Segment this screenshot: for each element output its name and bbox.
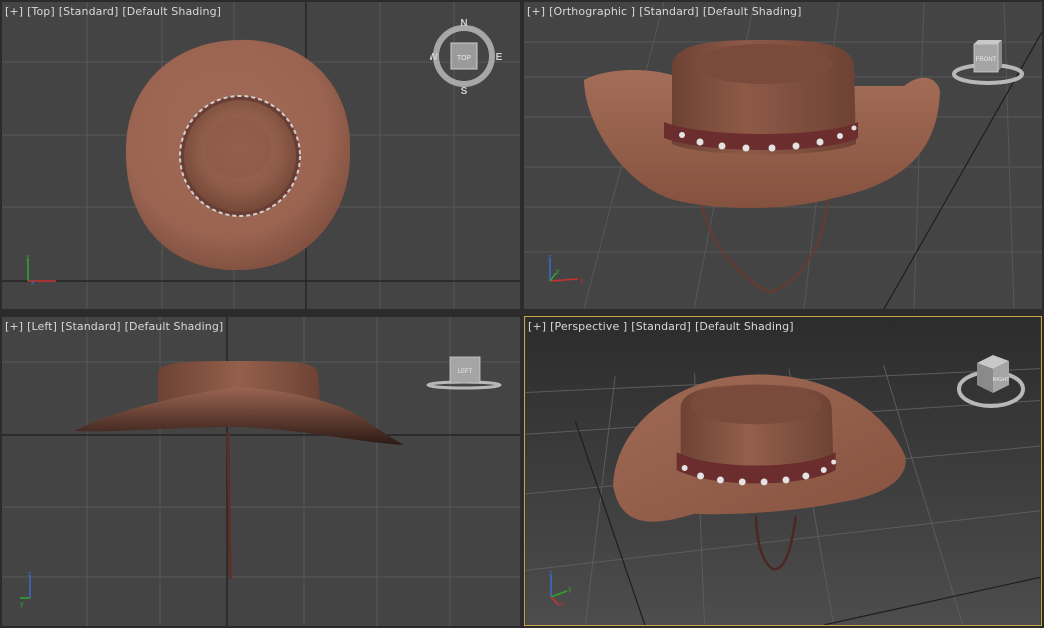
- viewcube-face-label: FRONT: [976, 57, 997, 63]
- viewport-menu-button[interactable]: [+]: [527, 5, 545, 18]
- axis-tripod: z y x: [548, 254, 584, 285]
- viewcube[interactable]: LEFT: [424, 353, 504, 393]
- hat-chin-strap[interactable]: [226, 432, 232, 580]
- style-label[interactable]: [Standard]: [631, 320, 691, 333]
- view-label[interactable]: [Left]: [27, 320, 57, 333]
- viewport-orthographic[interactable]: [+] [Orthographic ] [Standard] [Default …: [524, 2, 1042, 309]
- compass-north: N: [460, 18, 467, 29]
- axis-z-label: z: [28, 571, 32, 578]
- compass-west: W: [430, 52, 438, 63]
- viewport-perspective[interactable]: [+] [Perspective ] [Standard] [Default S…: [524, 316, 1042, 626]
- style-label[interactable]: [Standard]: [59, 5, 119, 18]
- shading-label[interactable]: [Default Shading]: [695, 320, 794, 333]
- viewcube[interactable]: RIGHT: [953, 347, 1029, 417]
- axis-z-label: z: [548, 254, 552, 261]
- hat-chin-strap[interactable]: [701, 197, 829, 294]
- viewcube[interactable]: FRONT: [948, 36, 1026, 94]
- view-label[interactable]: [Orthographic ]: [549, 5, 635, 18]
- axis-y-label: y: [20, 601, 24, 608]
- viewport-label: [+] [Left] [Standard] [Default Shading]: [5, 320, 223, 333]
- viewport-menu-button[interactable]: [+]: [528, 320, 546, 333]
- style-label[interactable]: [Standard]: [639, 5, 699, 18]
- viewcube-face-label: RIGHT: [992, 377, 1010, 383]
- viewcube-face-label: LEFT: [458, 369, 473, 375]
- viewcube-compass[interactable]: TOP N S E W: [430, 16, 502, 96]
- axis-x-label: x: [580, 278, 584, 285]
- axis-y-label: y: [556, 268, 560, 275]
- viewport-label: [+] [Top] [Standard] [Default Shading]: [5, 5, 221, 18]
- axis-y-label: y: [568, 586, 572, 593]
- axis-x-label: x: [31, 280, 35, 287]
- axis-z-label: z: [549, 570, 553, 577]
- axis-y-label: y: [26, 254, 30, 261]
- viewport-label: [+] [Perspective ] [Standard] [Default S…: [528, 320, 794, 333]
- viewport-top[interactable]: [+] [Top] [Standard] [Default Shading] T…: [2, 2, 520, 309]
- viewport-label: [+] [Orthographic ] [Standard] [Default …: [527, 5, 802, 18]
- viewport-menu-button[interactable]: [+]: [5, 5, 23, 18]
- viewport-left[interactable]: [+] [Left] [Standard] [Default Shading] …: [2, 317, 520, 626]
- axis-tripod: y x: [26, 254, 56, 287]
- hat-brim[interactable]: [74, 387, 404, 445]
- style-label[interactable]: [Standard]: [61, 320, 121, 333]
- compass-east: E: [496, 52, 502, 63]
- compass-south: S: [461, 86, 468, 96]
- view-label[interactable]: [Perspective ]: [550, 320, 627, 333]
- viewcube-face-label: TOP: [457, 55, 472, 62]
- shading-label[interactable]: [Default Shading]: [125, 320, 224, 333]
- axis-tripod: z y x: [549, 570, 572, 607]
- viewport-menu-button[interactable]: [+]: [5, 320, 23, 333]
- shading-label[interactable]: [Default Shading]: [122, 5, 221, 18]
- shading-label[interactable]: [Default Shading]: [703, 5, 802, 18]
- view-label[interactable]: [Top]: [27, 5, 55, 18]
- axis-tripod: z y: [20, 571, 32, 608]
- axis-x-label: x: [560, 601, 564, 607]
